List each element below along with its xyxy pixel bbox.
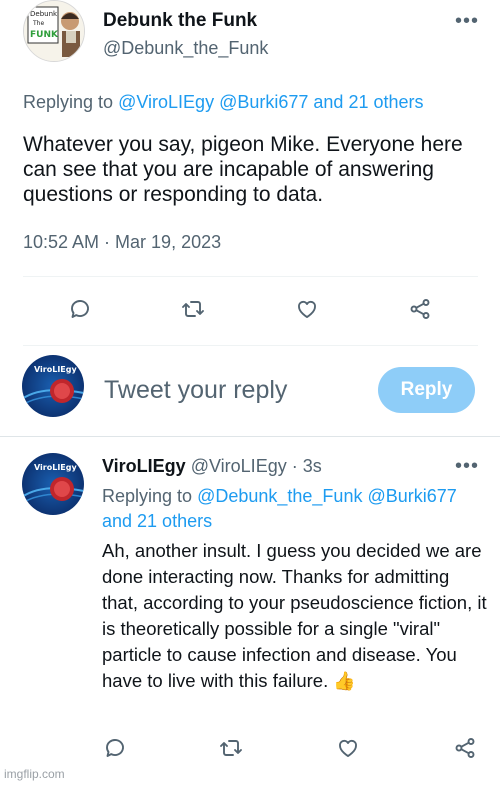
user-handle[interactable]: @Debunk_the_Funk (103, 38, 268, 59)
watermark: imgflip.com (4, 767, 65, 781)
share-icon[interactable] (405, 294, 435, 324)
display-name[interactable]: Debunk the Funk (103, 10, 257, 32)
avatar-debunk-the-funk[interactable]: Debunk The FUNK (23, 0, 85, 62)
tweet-time-ago[interactable]: 3s (303, 456, 322, 476)
avatar-virology[interactable]: ViroLIEgy (22, 355, 84, 417)
reply-composer: ViroLIEgy Tweet your reply Reply (0, 345, 500, 437)
like-icon[interactable] (333, 733, 363, 763)
reply-header: ViroLIEgy @ViroLIEgy · 3s (102, 456, 322, 477)
replying-mentions[interactable]: @ViroLIEgy @Burki677 (118, 92, 308, 112)
separator: · (286, 456, 303, 476)
reply-icon[interactable] (65, 294, 95, 324)
svg-text:The: The (32, 20, 44, 27)
tweet-text: Whatever you say, pigeon Mike. Everyone … (23, 133, 463, 206)
svg-text:ViroLIEgy: ViroLIEgy (34, 463, 78, 472)
reply-icon[interactable] (100, 733, 130, 763)
replying-others[interactable]: and 21 others (313, 92, 423, 112)
user-handle[interactable]: @ViroLIEgy (191, 456, 287, 476)
replying-to: Replying to @ViroLIEgy @Burki677 and 21 … (23, 92, 424, 113)
svg-text:ViroLIEgy: ViroLIEgy (34, 365, 78, 374)
replying-mentions[interactable]: @Debunk_the_Funk @Burki677 (197, 486, 457, 506)
more-options-icon[interactable]: ••• (455, 10, 479, 33)
reply-input[interactable]: Tweet your reply (104, 376, 287, 405)
thumbs-up-emoji-icon: 👍 (333, 671, 356, 691)
action-bar (0, 733, 500, 763)
replying-to: Replying to @Debunk_the_Funk @Burki677 a… (102, 484, 487, 534)
svg-text:Debunk: Debunk (30, 10, 58, 18)
tweet-text: Ah, another insult. I guess you decided … (102, 538, 487, 694)
svg-text:FUNK: FUNK (30, 30, 59, 40)
reply-button[interactable]: Reply (378, 367, 475, 413)
like-icon[interactable] (292, 294, 322, 324)
avatar-drawing: ViroLIEgy (22, 453, 84, 515)
avatar-drawing: Debunk The FUNK (24, 1, 84, 61)
avatar-virology[interactable]: ViroLIEgy (22, 453, 84, 515)
action-bar (0, 294, 500, 324)
replying-prefix: Replying to (23, 92, 114, 112)
replying-others[interactable]: and 21 others (102, 511, 212, 531)
display-name[interactable]: ViroLIEgy (102, 456, 186, 476)
main-tweet: Debunk The FUNK Debunk the Funk @Debunk_… (0, 0, 500, 345)
tweet-body: Ah, another insult. I guess you decided … (102, 540, 487, 691)
retweet-icon[interactable] (178, 294, 208, 324)
avatar-drawing: ViroLIEgy (22, 355, 84, 417)
retweet-icon[interactable] (216, 733, 246, 763)
divider (23, 276, 478, 277)
reply-tweet: ViroLIEgy ViroLIEgy @ViroLIEgy · 3s ••• … (0, 437, 500, 785)
tweet-timestamp[interactable]: 10:52 AM · Mar 19, 2023 (23, 232, 221, 253)
share-icon[interactable] (450, 733, 480, 763)
replying-prefix: Replying to (102, 486, 193, 506)
more-options-icon[interactable]: ••• (455, 455, 479, 478)
